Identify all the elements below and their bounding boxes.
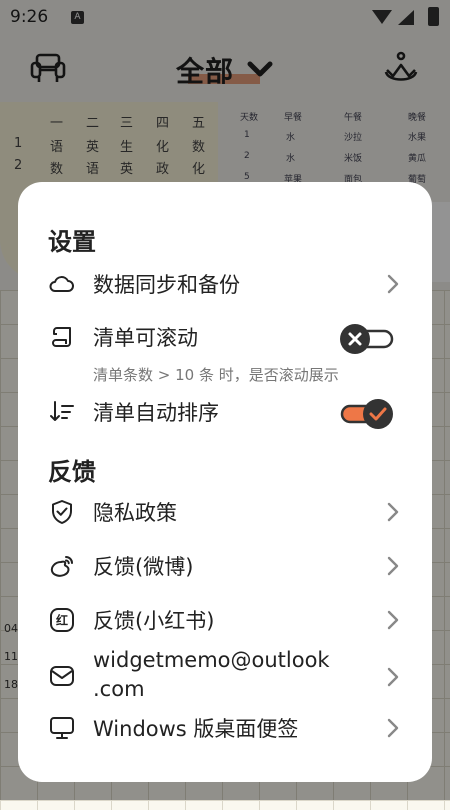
data-sync-label: 数据同步和备份 [93, 273, 240, 297]
chevron-right-icon [386, 666, 400, 688]
xiaohongshu-icon: 红 [48, 606, 76, 634]
weibo-icon [48, 552, 76, 580]
data-sync-row[interactable]: 数据同步和备份 [18, 264, 432, 304]
weibo-feedback-label: 反馈(微博) [93, 555, 194, 579]
feedback-section-title: 反馈 [48, 458, 96, 486]
weibo-feedback-row[interactable]: 反馈(微博) [18, 546, 432, 586]
chevron-right-icon [386, 555, 400, 577]
email-row[interactable]: widgetmemo@outlook .com [18, 646, 432, 708]
sort-icon [48, 398, 76, 426]
shield-check-icon [48, 498, 76, 526]
cloud-icon [48, 270, 76, 298]
chevron-right-icon [386, 273, 400, 295]
chevron-right-icon [386, 717, 400, 739]
email-address-line1: widgetmemo@outlook [93, 648, 330, 672]
mail-icon [48, 662, 76, 690]
xiaohongshu-icon-text: 红 [56, 613, 68, 628]
xiaohongshu-feedback-label: 反馈(小红书) [93, 609, 215, 633]
scrollable-list-row: 清单可滚动 [18, 318, 432, 358]
windows-desktop-row[interactable]: Windows 版桌面便签 [18, 708, 432, 748]
xiaohongshu-feedback-row[interactable]: 红 反馈(小红书) [18, 600, 432, 640]
monitor-icon [48, 714, 76, 742]
windows-desktop-label: Windows 版桌面便签 [93, 717, 299, 741]
scrollable-list-label: 清单可滚动 [93, 326, 198, 350]
auto-sort-row: 清单自动排序 [18, 392, 432, 432]
auto-sort-label: 清单自动排序 [93, 401, 219, 425]
scrollable-list-hint: 清单条数 > 10 条 时，是否滚动展示 [93, 366, 339, 384]
scrollable-list-toggle[interactable] [338, 322, 394, 356]
auto-sort-toggle[interactable] [340, 397, 396, 431]
scroll-icon [48, 323, 76, 351]
email-address-line2: .com [93, 677, 145, 701]
settings-section-title: 设置 [48, 228, 96, 256]
chevron-right-icon [386, 501, 400, 523]
settings-dialog: 设置 数据同步和备份 清单可滚动 清单条数 > 10 条 时，是否滚动展示 清单… [18, 182, 432, 782]
privacy-policy-row[interactable]: 隐私政策 [18, 492, 432, 532]
chevron-right-icon [386, 609, 400, 631]
privacy-policy-label: 隐私政策 [93, 501, 177, 525]
